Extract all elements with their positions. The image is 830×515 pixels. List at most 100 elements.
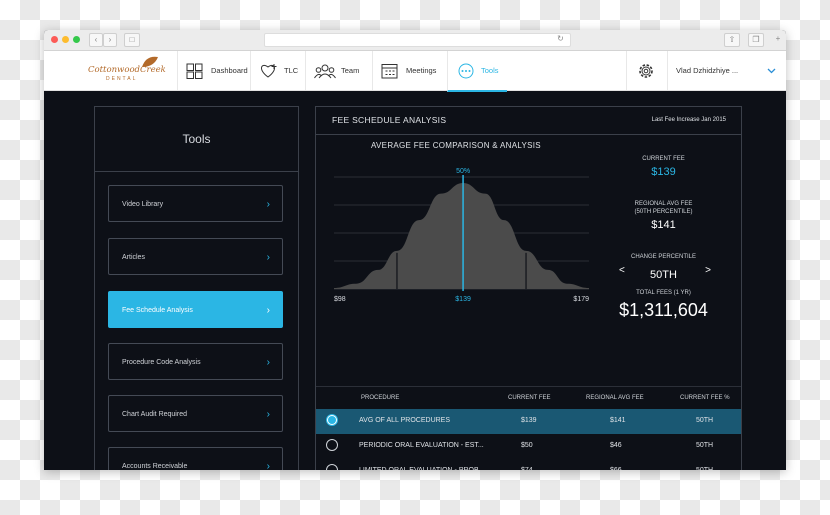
settings-button[interactable] [626, 51, 667, 90]
x-tick-label: $139 [455, 296, 471, 303]
address-bar[interactable] [264, 33, 571, 47]
main-content: Tools Video Library › Articles › Fee Sch… [44, 91, 786, 470]
tools-title: Tools [95, 107, 298, 172]
previous-percentile-button[interactable]: < [619, 265, 625, 276]
nav-tlc[interactable]: TLC [250, 51, 305, 90]
column-header-current-fee-pct: CURRENT FEE % [680, 395, 730, 401]
percentile-cell: 50TH [696, 459, 713, 470]
gear-icon [637, 63, 657, 79]
row-radio-button[interactable] [326, 439, 338, 451]
marker-label: 50% [456, 168, 470, 175]
user-menu[interactable]: Vlad Dzhidzhiye ... [667, 51, 786, 90]
total-fees-value: $1,311,604 [619, 300, 708, 320]
team-icon [314, 63, 336, 79]
tool-label: Articles [122, 254, 145, 261]
chart-title: AVERAGE FEE COMPARISON & ANALYSIS [371, 141, 541, 150]
reload-icon[interactable]: ↻ [556, 34, 565, 43]
percentile-value: 50TH [650, 269, 677, 281]
last-fee-increase: Last Fee Increase Jan 2015 [651, 117, 726, 123]
minimize-window-button[interactable] [62, 36, 69, 43]
table-row[interactable]: LIMITED ORAL EVALUATION - PROB... $74 $6… [316, 459, 741, 470]
x-tick-label: $179 [573, 296, 589, 303]
tool-articles[interactable]: Articles › [108, 238, 283, 275]
tool-fee-schedule-analysis[interactable]: Fee Schedule Analysis › [108, 291, 283, 328]
procedure-name: PERIODIC ORAL EVALUATION - EST... [359, 442, 484, 449]
company-logo[interactable]: CottonwoodCreek DENTAL [88, 55, 166, 85]
tool-label: Procedure Code Analysis [122, 359, 201, 366]
tool-chart-audit-required[interactable]: Chart Audit Required › [108, 395, 283, 432]
chevron-right-icon: › [266, 409, 270, 420]
row-radio-button[interactable] [326, 414, 338, 426]
regional-fee-cell: $46 [610, 442, 622, 449]
nav-dashboard-label: Dashboard [211, 66, 248, 75]
browser-chrome: ‹ › □ ↻ ⇧ ❐ + [44, 30, 786, 51]
distribution-area [334, 183, 589, 289]
forward-icon[interactable]: › [103, 33, 117, 47]
x-tick-label: $98 [334, 296, 346, 303]
close-window-button[interactable] [51, 36, 58, 43]
procedure-name: AVG OF ALL PROCEDURES [359, 417, 451, 424]
column-header-regional-avg-fee: REGIONAL AVG FEE [586, 395, 644, 401]
fee-stats: CURRENT FEE $139 REGIONAL AVG FEE (50TH … [601, 155, 726, 321]
table-header: PROCEDURE CURRENT FEE REGIONAL AVG FEE C… [316, 386, 741, 409]
tabs-icon[interactable]: ❐ [748, 33, 764, 47]
current-fee-cell: $50 [521, 442, 533, 449]
percentile-cell: 50TH [696, 417, 714, 424]
maximize-window-button[interactable] [73, 36, 80, 43]
nav-tools[interactable]: Tools [447, 51, 507, 92]
browser-window: ‹ › □ ↻ ⇧ ❐ + CottonwoodCreek DENTAL Das… [44, 30, 786, 470]
logo-text: CottonwoodCreek [88, 65, 166, 75]
table-row[interactable]: PERIODIC ORAL EVALUATION - EST... $50 $4… [316, 434, 741, 459]
table-row[interactable]: AVG OF ALL PROCEDURES $139 $141 50TH [316, 409, 741, 434]
nav-team-label: Team [341, 66, 360, 75]
tool-label: Accounts Receivable [122, 463, 188, 470]
current-fee-label: CURRENT FEE [642, 156, 685, 162]
chevron-down-icon [767, 68, 776, 74]
tool-accounts-receivable[interactable]: Accounts Receivable › [108, 447, 283, 470]
logo-subtext: DENTAL [106, 76, 138, 82]
tools-dots-icon [456, 63, 476, 79]
new-tab-icon[interactable]: + [772, 33, 784, 45]
calendar-icon [381, 63, 401, 79]
tool-label: Chart Audit Required [122, 411, 187, 418]
regional-avg-label: REGIONAL AVG FEE [634, 201, 693, 207]
tool-procedure-code-analysis[interactable]: Procedure Code Analysis › [108, 343, 283, 380]
total-fees-label: TOTAL FEES (1 YR) [636, 290, 691, 296]
column-header-current-fee: CURRENT FEE [508, 395, 551, 401]
regional-avg-sublabel: (50TH PERCENTILE) [634, 209, 693, 215]
top-navigation: CottonwoodCreek DENTAL Dashboard TLC Tea… [44, 51, 786, 92]
nav-meetings[interactable]: Meetings [372, 51, 447, 90]
percentile-cell: 50TH [696, 442, 714, 449]
current-fee-cell: $139 [521, 417, 537, 424]
tool-video-library[interactable]: Video Library › [108, 185, 283, 222]
regional-fee-cell: $66 [610, 459, 622, 470]
heart-plus-icon [259, 63, 279, 79]
user-name: Vlad Dzhidzhiye ... [676, 66, 739, 75]
nav-dashboard[interactable]: Dashboard [177, 51, 250, 90]
chevron-right-icon: › [266, 252, 270, 263]
next-percentile-button[interactable]: > [705, 265, 711, 276]
chevron-right-icon: › [266, 305, 270, 316]
column-header-procedure: PROCEDURE [361, 395, 400, 401]
regional-fee-cell: $141 [610, 417, 626, 424]
fee-panel-header: FEE SCHEDULE ANALYSIS Last Fee Increase … [316, 107, 741, 135]
procedure-name: LIMITED ORAL EVALUATION - PROB... [359, 459, 485, 470]
fee-schedule-panel: FEE SCHEDULE ANALYSIS Last Fee Increase … [315, 106, 742, 470]
fee-panel-title: FEE SCHEDULE ANALYSIS [332, 115, 447, 125]
tool-label: Video Library [122, 201, 164, 208]
chevron-right-icon: › [266, 461, 270, 470]
row-radio-button[interactable] [326, 464, 338, 470]
sidebar-icon[interactable]: □ [124, 33, 140, 47]
fee-distribution-chart: 50% $98 $139 $179 [334, 168, 589, 303]
change-percentile-label: CHANGE PERCENTILE [630, 254, 696, 260]
share-icon[interactable]: ⇧ [724, 33, 740, 47]
nav-tools-label: Tools [481, 66, 499, 75]
grid-icon [186, 63, 206, 79]
percentile-selector: < 50TH > [601, 265, 726, 281]
nav-team[interactable]: Team [305, 51, 372, 90]
chevron-right-icon: › [266, 357, 270, 368]
back-icon[interactable]: ‹ [89, 33, 103, 47]
chevron-right-icon: › [266, 199, 270, 210]
tools-panel: Tools Video Library › Articles › Fee Sch… [94, 106, 299, 470]
nav-tlc-label: TLC [284, 66, 299, 75]
